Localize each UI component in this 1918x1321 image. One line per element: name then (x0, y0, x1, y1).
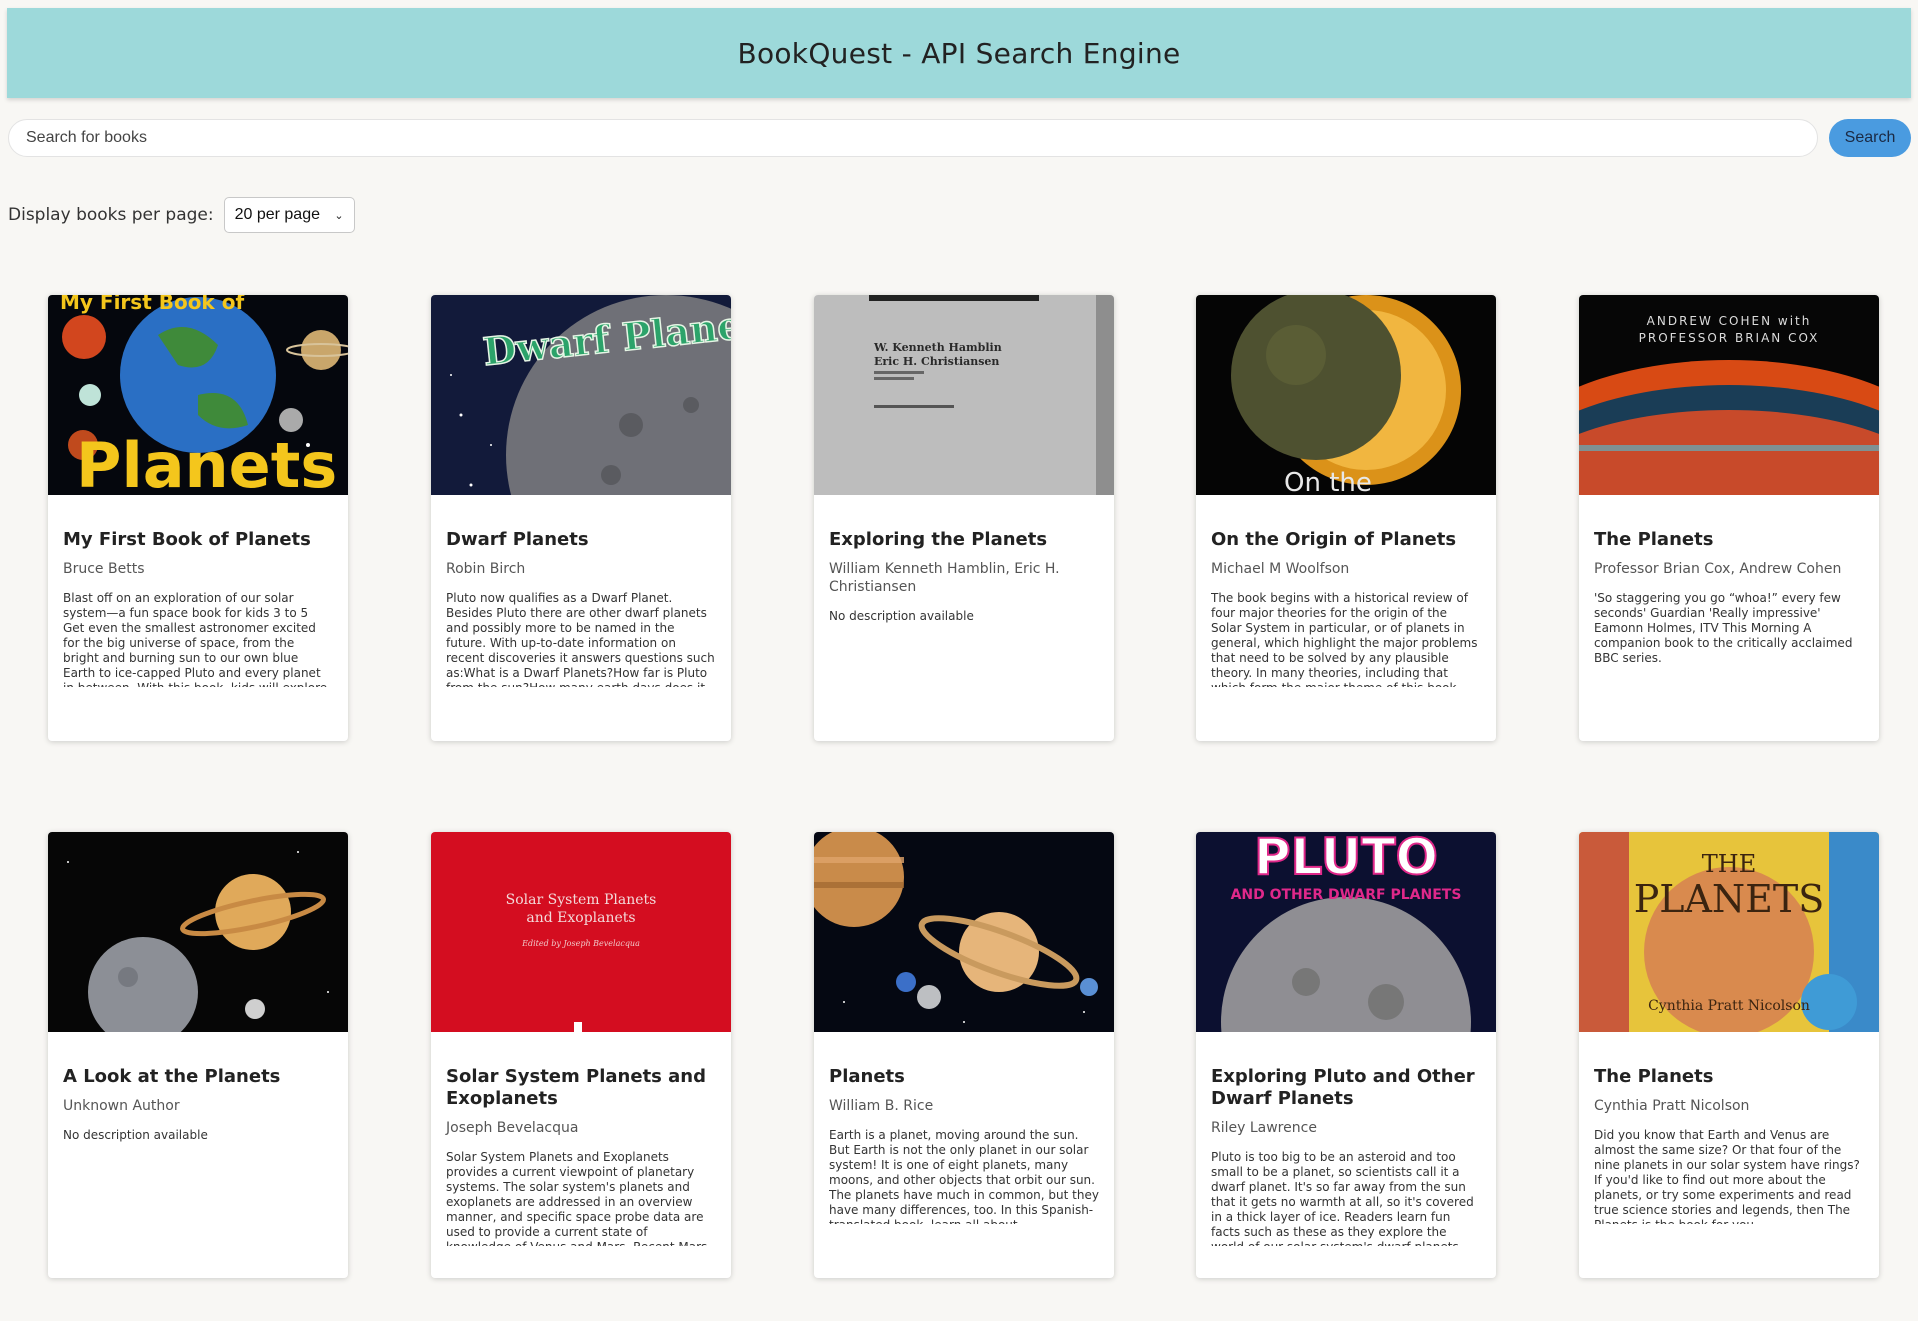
app-header: BookQuest - API Search Engine (7, 8, 1911, 98)
cover-title-text: PLUTO (1254, 832, 1438, 886)
book-card[interactable]: W. Kenneth Hamblin Eric H. Christiansen … (814, 295, 1114, 741)
per-page-control: Display books per page: 20 per page ⌄ (8, 197, 355, 233)
book-description: Pluto is too big to be an asteroid and t… (1211, 1150, 1474, 1246)
book-card[interactable]: My First Book of Planets My First Book o… (48, 295, 348, 741)
book-author: Joseph Bevelacqua (446, 1120, 579, 1136)
book-description: The book begins with a historical review… (1211, 591, 1478, 687)
book-title: Solar System Planets and Exoplanets (446, 1066, 706, 1109)
book-description: Did you know that Earth and Venus are al… (1594, 1128, 1860, 1224)
book-card[interactable]: PLUTO AND OTHER DWARF PLANETS Exploring … (1196, 832, 1496, 1278)
book-cover-image (814, 832, 1114, 1032)
search-input[interactable] (8, 119, 1818, 157)
cover-title-text: PLANETS (1634, 877, 1825, 921)
book-title: Planets (829, 1066, 905, 1087)
book-card[interactable]: A Look at the Planets Unknown Author No … (48, 832, 348, 1278)
book-cover-image (48, 832, 348, 1032)
per-page-label: Display books per page: (8, 205, 214, 225)
book-card[interactable]: Planets William B. Rice Earth is a plane… (814, 832, 1114, 1278)
book-title: Exploring Pluto and Other Dwarf Planets (1211, 1066, 1475, 1109)
book-title: The Planets (1594, 1066, 1714, 1087)
book-description: Blast off on an exploration of our solar… (63, 591, 327, 687)
book-title: My First Book of Planets (63, 529, 311, 550)
book-author: Bruce Betts (63, 561, 145, 577)
book-author: Riley Lawrence (1211, 1120, 1317, 1136)
cover-text-line: AND OTHER DWARF PLANETS (1231, 887, 1462, 903)
book-cover-image: PLUTO AND OTHER DWARF PLANETS (1196, 832, 1496, 1032)
book-cover-image: Dwarf Planets (431, 295, 731, 495)
cover-text-line: ANDREW COHEN with (1647, 314, 1812, 328)
book-description: 'So staggering you go “whoa!” every few … (1594, 591, 1853, 665)
book-card[interactable]: ANDREW COHEN with PROFESSOR BRIAN COX Th… (1579, 295, 1879, 741)
book-cover-image: Solar System Planets and Exoplanets Edit… (431, 832, 731, 1032)
book-card[interactable]: Dwarf Planets Dwarf Planets Robin Birch … (431, 295, 731, 741)
book-author: Michael M Woolfson (1211, 561, 1350, 577)
book-author: William Kenneth Hamblin, Eric H. Christi… (829, 561, 1060, 595)
cover-text-line: Eric H. Christiansen (874, 355, 999, 368)
chevron-down-icon: ⌄ (334, 209, 344, 222)
app-title: BookQuest - API Search Engine (737, 36, 1181, 70)
book-card[interactable]: On the On the Origin of Planets Michael … (1196, 295, 1496, 741)
book-cover-image: My First Book of Planets (48, 295, 348, 495)
per-page-select[interactable]: 20 per page ⌄ (223, 197, 355, 233)
book-author: William B. Rice (829, 1098, 934, 1114)
book-card[interactable]: Solar System Planets and Exoplanets Edit… (431, 832, 731, 1278)
book-cover-image: W. Kenneth Hamblin Eric H. Christiansen (814, 295, 1114, 495)
cover-text-line: Solar System Planets (506, 892, 657, 908)
book-cover-image: ANDREW COHEN with PROFESSOR BRIAN COX (1579, 295, 1879, 495)
book-title: Exploring the Planets (829, 529, 1048, 550)
book-author: Professor Brian Cox, Andrew Cohen (1594, 561, 1842, 577)
book-cover-image: On the (1196, 295, 1496, 495)
book-title: On the Origin of Planets (1211, 529, 1457, 550)
book-card[interactable]: THE PLANETS Cynthia Pratt Nicolson The P… (1579, 832, 1879, 1278)
book-description: Pluto now qualifies as a Dwarf Planet. B… (446, 591, 715, 687)
book-description: Earth is a planet, moving around the sun… (829, 1128, 1099, 1224)
cover-text-line: and Exoplanets (526, 910, 635, 926)
per-page-selected-value: 20 per page (234, 206, 320, 223)
book-description: No description available (63, 1128, 208, 1142)
book-description: No description available (829, 609, 974, 623)
cover-title-text: On the (1284, 468, 1372, 495)
book-author: Robin Birch (446, 561, 526, 577)
cover-text-line: Cynthia Pratt Nicolson (1648, 998, 1810, 1014)
cover-top-text: My First Book of (60, 295, 244, 314)
book-description: Solar System Planets and Exoplanets prov… (446, 1150, 707, 1246)
book-author: Cynthia Pratt Nicolson (1594, 1098, 1750, 1114)
cover-title-text: Planets (76, 429, 337, 495)
cover-text-line: THE (1702, 850, 1756, 878)
book-author: Unknown Author (63, 1098, 180, 1114)
book-title: A Look at the Planets (63, 1066, 281, 1087)
book-title: Dwarf Planets (446, 529, 589, 550)
cover-text-line: PROFESSOR BRIAN COX (1639, 331, 1820, 345)
cover-text-line: W. Kenneth Hamblin (873, 341, 1002, 354)
book-cover-image: THE PLANETS Cynthia Pratt Nicolson (1579, 832, 1879, 1032)
search-button[interactable]: Search (1829, 119, 1911, 157)
book-title: The Planets (1594, 529, 1714, 550)
cover-text-line: Edited by Joseph Bevelacqua (521, 939, 640, 948)
